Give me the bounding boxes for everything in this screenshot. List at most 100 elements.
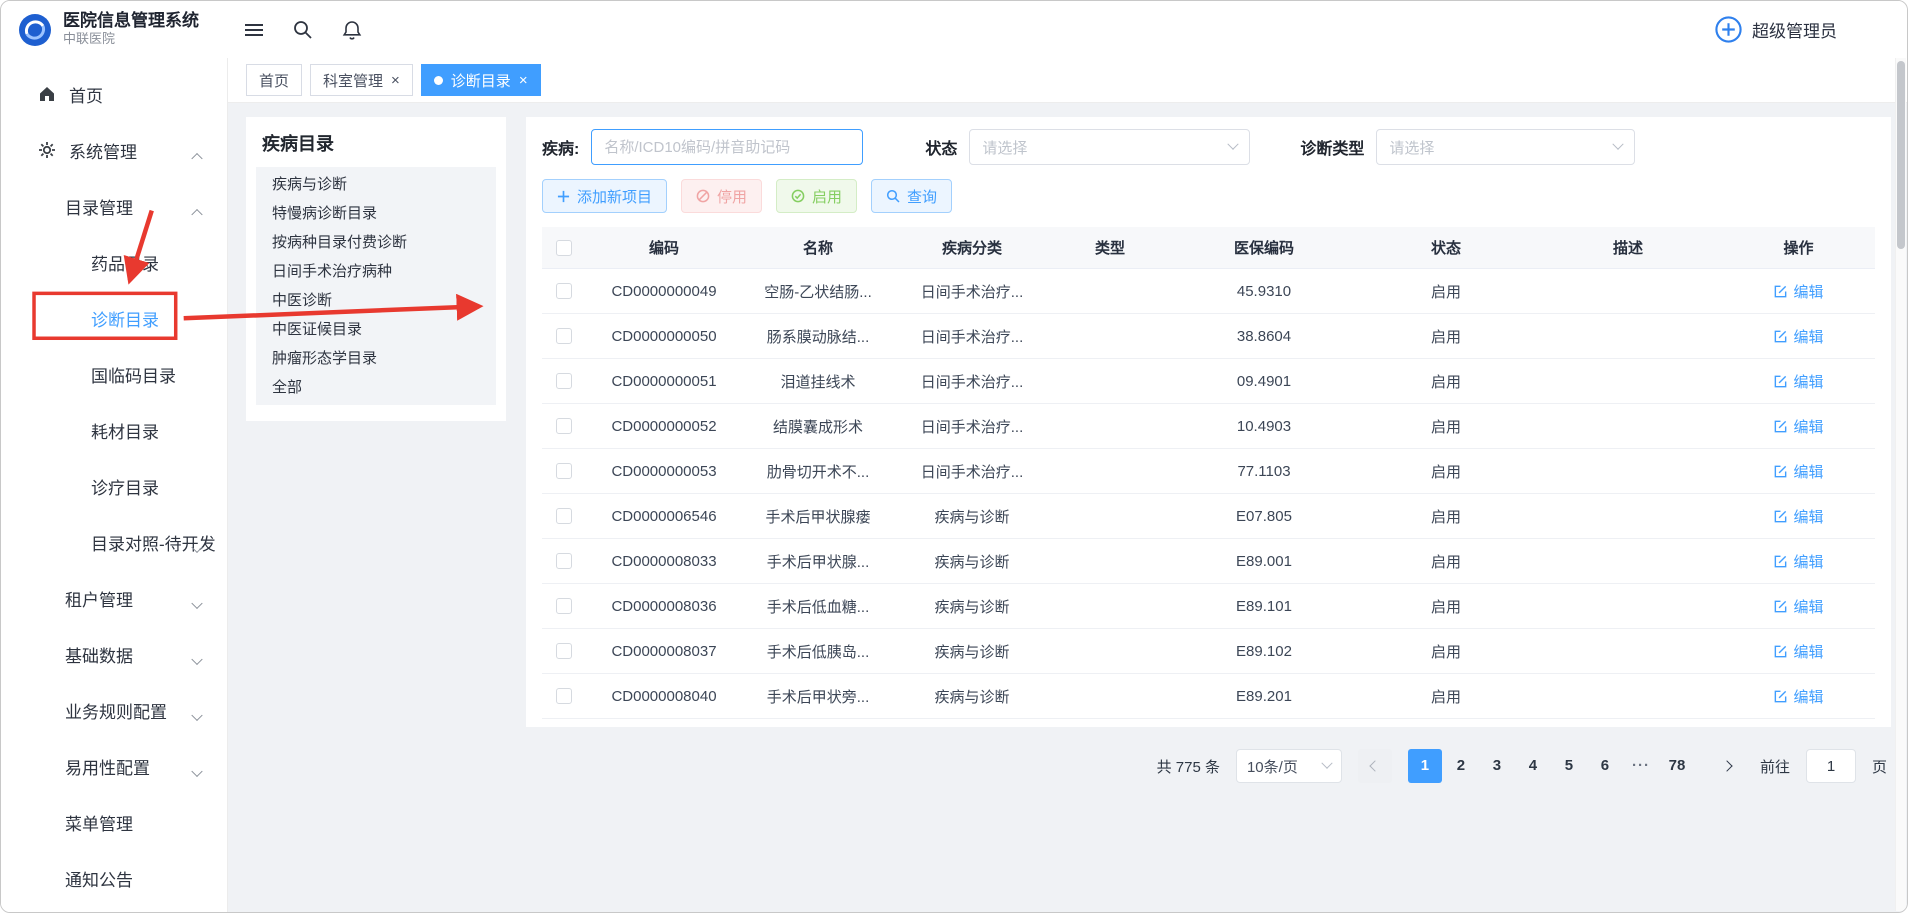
add-item-label: 添加新项目 — [577, 186, 652, 207]
cell-status: 启用 — [1358, 506, 1534, 527]
edit-icon — [1773, 689, 1788, 704]
sidebar-item-consumables-catalog[interactable]: 耗材目录 — [1, 402, 227, 458]
cell-insurance: E89.001 — [1170, 553, 1358, 570]
sidebar-item-menu-management[interactable]: 菜单管理 — [1, 794, 227, 850]
sidebar-item-notice[interactable]: 通知公告 — [1, 850, 227, 906]
edit-button[interactable]: 编辑 — [1722, 551, 1875, 572]
status-select[interactable]: 请选择 — [969, 129, 1250, 165]
catalog-item-day-surgery[interactable]: 日间手术治疗病种 — [256, 257, 496, 286]
edit-button[interactable]: 编辑 — [1722, 281, 1875, 302]
cell-name: 手术后甲状腺瘘 — [742, 506, 894, 527]
cell-category: 日间手术治疗... — [894, 416, 1050, 437]
row-checkbox[interactable] — [556, 418, 572, 434]
cell-code: CD0000000050 — [586, 328, 742, 345]
edit-button[interactable]: 编辑 — [1722, 596, 1875, 617]
sidebar-item-usability-config[interactable]: 易用性配置 — [1, 738, 227, 794]
chevron-left-icon — [1369, 760, 1380, 771]
close-icon[interactable]: × — [391, 73, 400, 88]
more-pages-icon[interactable]: ··· — [1624, 749, 1658, 783]
bell-icon[interactable] — [341, 19, 363, 41]
page-button[interactable]: 6 — [1588, 749, 1622, 783]
col-code: 编码 — [586, 237, 742, 258]
edit-icon — [1773, 329, 1788, 344]
sidebar-item-system-management[interactable]: 系统管理 — [1, 122, 227, 178]
sidebar-item-home[interactable]: 首页 — [1, 66, 227, 122]
row-checkbox[interactable] — [556, 328, 572, 344]
row-checkbox[interactable] — [556, 598, 572, 614]
page-size-select[interactable]: 10条/页 — [1236, 749, 1342, 783]
row-checkbox[interactable] — [556, 463, 572, 479]
table-row: CD0000008036 手术后低血糖... 疾病与诊断 E89.101 启用 … — [542, 584, 1875, 629]
sidebar-item-treatment-catalog[interactable]: 诊疗目录 — [1, 458, 227, 514]
catalog-item-disease-diagnosis[interactable]: 疾病与诊断 — [256, 170, 496, 199]
page-button[interactable]: 2 — [1444, 749, 1478, 783]
row-checkbox[interactable] — [556, 373, 572, 389]
catalog-item-chronic[interactable]: 特慢病诊断目录 — [256, 199, 496, 228]
row-checkbox[interactable] — [556, 643, 572, 659]
tab-department-management[interactable]: 科室管理 × — [310, 64, 413, 96]
cell-code: CD0000000049 — [586, 283, 742, 300]
row-checkbox[interactable] — [556, 688, 572, 704]
cell-code: CD0000008040 — [586, 688, 742, 705]
page-button[interactable]: 3 — [1480, 749, 1514, 783]
close-icon[interactable]: × — [519, 73, 528, 88]
query-button[interactable]: 查询 — [871, 179, 952, 213]
disease-search-input[interactable] — [591, 129, 863, 165]
edit-button[interactable]: 编辑 — [1722, 641, 1875, 662]
edit-button[interactable]: 编辑 — [1722, 326, 1875, 347]
cell-category: 疾病与诊断 — [894, 686, 1050, 707]
enable-button[interactable]: 启用 — [776, 179, 857, 213]
row-checkbox[interactable] — [556, 283, 572, 299]
disable-button[interactable]: 停用 — [681, 179, 762, 213]
chevron-down-icon — [193, 654, 201, 674]
catalog-item-payment-by-disease[interactable]: 按病种目录付费诊断 — [256, 228, 496, 257]
goto-label: 前往 — [1760, 756, 1790, 777]
catalog-item-all[interactable]: 全部 — [256, 373, 496, 402]
catalog-item-tcm-syndrome[interactable]: 中医证候目录 — [256, 315, 496, 344]
row-checkbox[interactable] — [556, 508, 572, 524]
edit-button[interactable]: 编辑 — [1722, 686, 1875, 707]
sidebar-item-national-code-catalog[interactable]: 国临码目录 — [1, 346, 227, 402]
sidebar-item-business-rules[interactable]: 业务规则配置 — [1, 682, 227, 738]
add-item-button[interactable]: 添加新项目 — [542, 179, 667, 213]
vertical-scrollbar — [1895, 58, 1906, 911]
goto-page-input[interactable] — [1806, 749, 1856, 783]
select-all-checkbox[interactable] — [556, 240, 572, 256]
sidebar-item-tenant-management[interactable]: 租户管理 — [1, 570, 227, 626]
catalog-item-tumor-morphology[interactable]: 肿瘤形态学目录 — [256, 344, 496, 373]
page-button[interactable]: 4 — [1516, 749, 1550, 783]
sidebar-item-label: 业务规则配置 — [65, 698, 167, 723]
edit-button[interactable]: 编辑 — [1722, 506, 1875, 527]
topbar-icons — [244, 19, 363, 41]
edit-button[interactable]: 编辑 — [1722, 461, 1875, 482]
catalog-item-tcm-diagnosis[interactable]: 中医诊断 — [256, 286, 496, 315]
menu-collapse-icon[interactable] — [244, 20, 264, 40]
scrollbar-thumb[interactable] — [1897, 61, 1905, 249]
page-button[interactable]: 78 — [1660, 749, 1694, 783]
user-menu[interactable]: 超级管理员 — [1714, 15, 1837, 44]
sidebar-item-catalog-management[interactable]: 目录管理 — [1, 178, 227, 234]
tab-home[interactable]: 首页 — [246, 64, 302, 96]
diagnosis-type-select[interactable]: 请选择 — [1376, 129, 1635, 165]
plus-icon — [557, 190, 570, 203]
search-icon[interactable] — [292, 19, 313, 40]
goto-unit: 页 — [1872, 756, 1887, 777]
prev-page-button[interactable] — [1358, 749, 1392, 783]
cell-category: 日间手术治疗... — [894, 281, 1050, 302]
sidebar-item-label: 首页 — [69, 82, 103, 107]
app-subtitle: 中联医院 — [63, 31, 199, 48]
edit-button[interactable]: 编辑 — [1722, 371, 1875, 392]
cell-insurance: 38.8604 — [1170, 328, 1358, 345]
sidebar-item-catalog-mapping[interactable]: 目录对照-待开发 — [1, 514, 227, 570]
sidebar-item-diagnosis-catalog[interactable]: 诊断目录 — [1, 290, 227, 346]
next-page-button[interactable] — [1710, 749, 1744, 783]
edit-button[interactable]: 编辑 — [1722, 416, 1875, 437]
page-button[interactable]: 1 — [1408, 749, 1442, 783]
tab-diagnosis-catalog[interactable]: 诊断目录 × — [421, 64, 541, 96]
row-checkbox[interactable] — [556, 553, 572, 569]
sidebar-item-drug-catalog[interactable]: 药品目录 — [1, 234, 227, 290]
page-button[interactable]: 5 — [1552, 749, 1586, 783]
search-icon — [886, 189, 900, 203]
sidebar-item-basic-data[interactable]: 基础数据 — [1, 626, 227, 682]
cell-code: CD0000008037 — [586, 643, 742, 660]
